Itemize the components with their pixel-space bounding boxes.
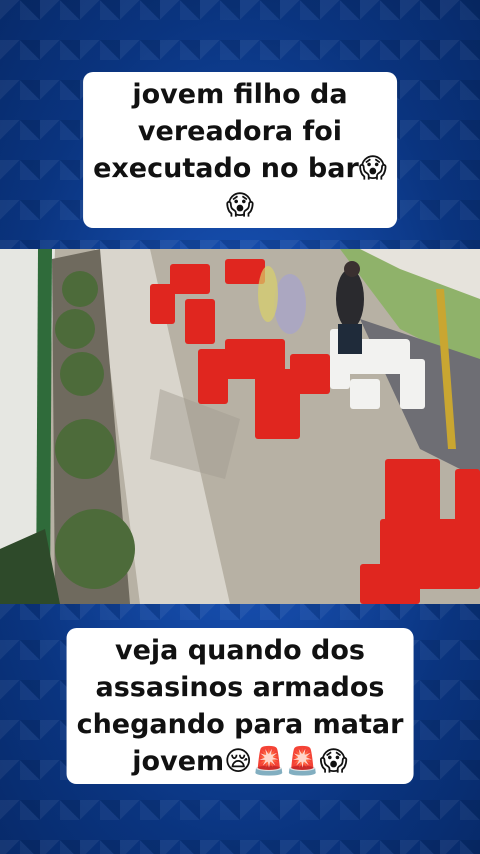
cctv-video-frame[interactable] [0,249,480,604]
cctv-scene [0,249,480,604]
bottom-caption-line-3: chegando para matar [76,709,404,740]
bottom-caption-line-4: jovem😪🚨🚨😱 [132,746,348,777]
bottom-caption-line-2: assasinos armados [95,672,385,703]
top-caption: jovem filho da vereadora foi executado n… [83,72,397,228]
top-caption-line-3: executado no bar😱 [93,153,387,184]
top-caption-line-2: vereadora foi [137,116,343,147]
bottom-caption: veja quando dos assasinos armados chegan… [66,628,414,784]
top-caption-line-1: jovem filho da [132,79,348,110]
bottom-caption-line-1: veja quando dos [114,635,365,666]
top-caption-line-4: 😱 [225,190,255,221]
